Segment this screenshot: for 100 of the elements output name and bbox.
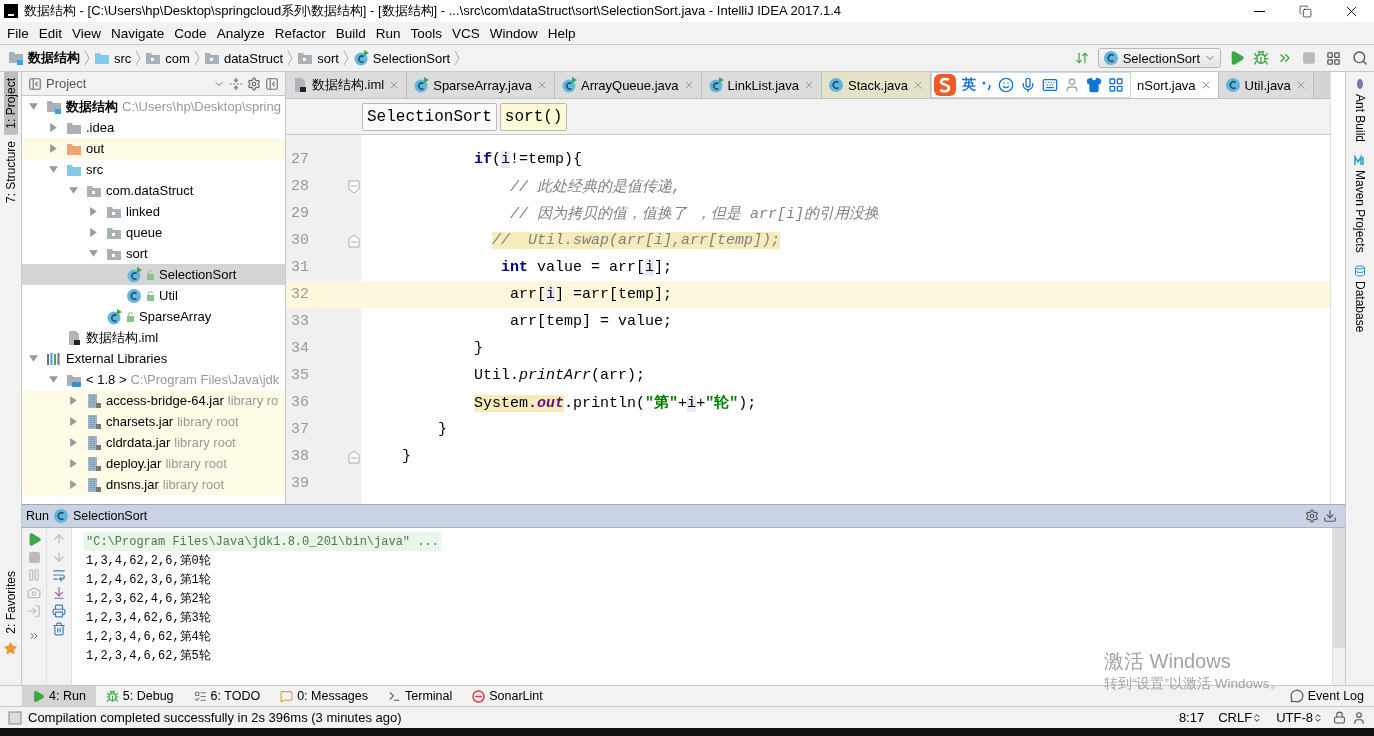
menu-item[interactable]: Build bbox=[330, 25, 371, 41]
caret-position[interactable]: 8:17 bbox=[1174, 710, 1209, 725]
breadcrumb[interactable]: SelectionSort bbox=[352, 50, 451, 66]
tree-item[interactable]: .idea bbox=[22, 117, 285, 138]
collapsed-arrow-icon[interactable] bbox=[68, 395, 79, 406]
tree-hint: C:\Program Files\Java\jdk bbox=[130, 372, 280, 387]
menu-item[interactable]: Tools bbox=[405, 25, 447, 41]
status-icon[interactable] bbox=[8, 710, 22, 725]
tool-window-tab[interactable]: 1: Project bbox=[3, 72, 18, 135]
editor-tab[interactable]: SparseArray.java bbox=[407, 72, 555, 98]
search-icon[interactable] bbox=[1352, 50, 1368, 66]
code-line: if(i!=temp){ bbox=[473, 151, 583, 168]
breadcrumb[interactable]: 数据结构 bbox=[8, 49, 80, 67]
tree-item[interactable]: src bbox=[22, 159, 285, 180]
encoding-selector[interactable]: UTF-8 bbox=[1272, 710, 1327, 725]
tree-item[interactable]: linked bbox=[22, 201, 285, 222]
menu-item[interactable]: View bbox=[67, 25, 107, 41]
tree-hint: library root bbox=[177, 414, 239, 429]
tree-item[interactable]: < 1.8 > C:\Program Files\Java\jdk bbox=[22, 369, 285, 390]
editor-tab[interactable]: Util.java bbox=[1218, 72, 1314, 98]
tool-window-button[interactable]: 4: Run bbox=[22, 686, 96, 706]
chevron-icon bbox=[84, 50, 90, 66]
collapsed-arrow-icon[interactable] bbox=[48, 143, 59, 154]
menu-item[interactable]: Help bbox=[542, 25, 581, 41]
tool-window-button[interactable]: SonarLint bbox=[462, 686, 553, 706]
tree-item[interactable]: charsets.jar library root bbox=[22, 411, 285, 432]
tree-item[interactable]: dnsns.jar library root bbox=[22, 474, 285, 495]
expanded-arrow-icon[interactable] bbox=[28, 353, 39, 364]
tree-item[interactable]: deploy.jar library root bbox=[22, 453, 285, 474]
menu-item[interactable]: Analyze bbox=[211, 25, 270, 41]
tree-item[interactable]: 数据结构 C:\Users\hp\Desktop\spring bbox=[22, 96, 285, 117]
tree-item[interactable]: External Libraries bbox=[22, 348, 285, 369]
breadcrumb[interactable]: com bbox=[145, 50, 190, 66]
expanded-arrow-icon[interactable] bbox=[68, 185, 79, 196]
editor-tab[interactable]: LinkList.java bbox=[701, 72, 823, 98]
menu-item[interactable]: Code bbox=[169, 25, 212, 41]
expanded-arrow-icon[interactable] bbox=[48, 374, 59, 385]
tool-window-tab[interactable]: 7: Structure bbox=[3, 134, 18, 209]
line-separator-selector[interactable]: CRLF bbox=[1214, 710, 1267, 725]
tree-item[interactable]: Util bbox=[22, 285, 285, 306]
collapsed-arrow-icon[interactable] bbox=[88, 206, 99, 217]
tree-item[interactable]: queue bbox=[22, 222, 285, 243]
collapsed-arrow-icon[interactable] bbox=[88, 227, 99, 238]
tree-item[interactable]: SparseArray bbox=[22, 306, 285, 327]
tree-item[interactable]: access-bridge-64.jar library ro bbox=[22, 390, 285, 411]
breadcrumb[interactable]: src bbox=[94, 50, 132, 66]
menu-item[interactable]: Navigate bbox=[106, 25, 170, 41]
language-toggle[interactable]: 英 bbox=[962, 76, 977, 94]
tree-item[interactable]: SelectionSort bbox=[22, 264, 285, 285]
tree-item[interactable]: cldrdata.jar library root bbox=[22, 432, 285, 453]
structure-breadcrumb[interactable]: SelectionSort bbox=[362, 102, 497, 131]
collapsed-arrow-icon[interactable] bbox=[68, 479, 79, 490]
tool-window-tab[interactable]: Maven Projects bbox=[1346, 148, 1374, 259]
menu-item[interactable]: VCS bbox=[447, 25, 485, 41]
tree-item[interactable]: com.dataStruct bbox=[22, 180, 285, 201]
run-config-dropdown[interactable]: SelectionSort bbox=[1097, 48, 1221, 68]
tool-window-button[interactable]: Terminal bbox=[378, 686, 463, 706]
run-icon[interactable] bbox=[1229, 50, 1245, 66]
project-structure-icon[interactable] bbox=[1326, 50, 1341, 66]
expanded-arrow-icon[interactable] bbox=[28, 101, 39, 112]
tool-window-button[interactable]: 6: TODO bbox=[183, 686, 271, 706]
menu-item[interactable]: Run bbox=[370, 25, 406, 41]
menu-item[interactable]: Edit bbox=[33, 25, 68, 41]
tree-item[interactable]: sort bbox=[22, 243, 285, 264]
tool-window-tab[interactable]: Ant Build bbox=[1346, 72, 1374, 149]
stop-icon[interactable] bbox=[1302, 51, 1316, 65]
line-number: 27 bbox=[290, 151, 310, 168]
tool-window-button[interactable]: 5: Debug bbox=[95, 686, 184, 706]
tool-window-tab[interactable]: Database bbox=[1346, 258, 1374, 339]
fold-icon[interactable] bbox=[347, 233, 360, 248]
runnable-class-icon bbox=[560, 77, 577, 93]
structure-breadcrumb[interactable]: sort() bbox=[499, 102, 568, 131]
editor-tab[interactable]: 数据结构.iml bbox=[286, 72, 408, 98]
editor-tab[interactable]: nSort.java bbox=[1131, 72, 1219, 98]
collapsed-arrow-icon[interactable] bbox=[68, 437, 79, 448]
punctuation-icon[interactable] bbox=[982, 79, 993, 91]
fold-icon[interactable] bbox=[347, 449, 360, 464]
editor-tab[interactable]: Stack.java bbox=[822, 72, 932, 98]
menu-item[interactable]: Refactor bbox=[269, 25, 331, 41]
breadcrumb[interactable]: dataStruct bbox=[203, 50, 284, 66]
menu-item[interactable]: Window bbox=[484, 25, 543, 41]
tool-window-tab[interactable]: 2: Favorites bbox=[3, 565, 18, 640]
run-config-tab[interactable]: SelectionSort bbox=[72, 509, 148, 524]
fold-icon[interactable] bbox=[347, 179, 360, 194]
scrollbar[interactable] bbox=[1333, 528, 1345, 649]
bug-icon[interactable] bbox=[1253, 50, 1269, 66]
tree-item[interactable]: out bbox=[22, 138, 285, 159]
breadcrumb[interactable]: sort bbox=[297, 50, 339, 66]
code-line: } bbox=[437, 421, 448, 438]
sort-icon[interactable] bbox=[1074, 51, 1089, 65]
tree-item[interactable]: 数据结构.iml bbox=[22, 327, 285, 348]
collapsed-arrow-icon[interactable] bbox=[68, 458, 79, 469]
expanded-arrow-icon[interactable] bbox=[48, 164, 59, 175]
tool-window-button[interactable]: 0: Messages bbox=[270, 686, 378, 706]
collapsed-arrow-icon[interactable] bbox=[68, 416, 79, 427]
line-number: 35 bbox=[290, 367, 310, 384]
collapsed-arrow-icon[interactable] bbox=[48, 122, 59, 133]
expanded-arrow-icon[interactable] bbox=[88, 248, 99, 259]
editor-tab[interactable]: ArrayQueue.java bbox=[554, 72, 702, 98]
menu-item[interactable]: File bbox=[2, 25, 34, 41]
